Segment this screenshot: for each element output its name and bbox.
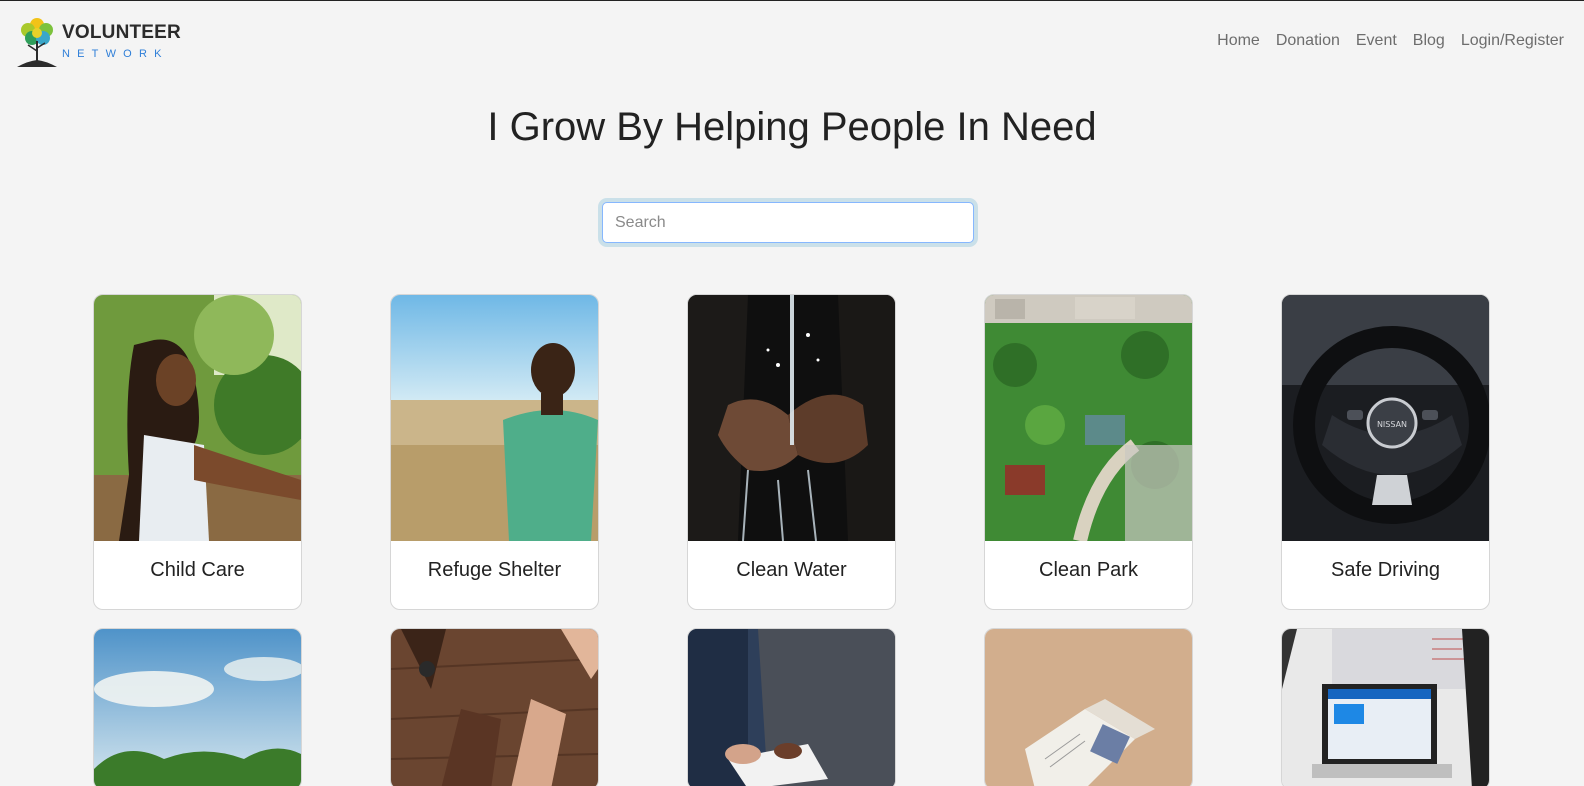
activity-card-8[interactable]	[687, 628, 896, 786]
logo-subtitle: NETWORK	[62, 48, 169, 60]
page-title: I Grow By Helping People In Need	[487, 105, 1097, 149]
activity-card-clean-park[interactable]: Clean Park	[984, 294, 1193, 610]
site-logo[interactable]: VOLUNTEER NETWORK	[14, 15, 181, 67]
nav-event[interactable]: Event	[1356, 31, 1397, 51]
svg-text:NISSAN: NISSAN	[1377, 420, 1407, 429]
card-image-open-book	[985, 629, 1192, 786]
search-input[interactable]	[602, 202, 974, 243]
card-image-person-with-notebook	[688, 629, 895, 786]
activity-card-safe-driving[interactable]: NISSAN Safe Driving	[1281, 294, 1490, 610]
activity-card-9[interactable]	[984, 628, 1193, 786]
card-label-child-care: Child Care	[150, 559, 245, 581]
activity-card-clean-water[interactable]: Clean Water	[687, 294, 896, 610]
card-image-laptop-code	[1282, 629, 1489, 786]
activity-card-child-care[interactable]: Child Care	[93, 294, 302, 610]
nav-login-register[interactable]: Login/Register	[1461, 31, 1564, 51]
card-image-clean-park	[985, 295, 1192, 541]
card-label-clean-water: Clean Water	[736, 559, 847, 581]
logo-title: VOLUNTEER	[62, 22, 181, 43]
card-image-refuge-shelter	[391, 295, 598, 541]
card-label-safe-driving: Safe Driving	[1331, 559, 1440, 581]
activity-card-refuge-shelter[interactable]: Refuge Shelter	[390, 294, 599, 610]
nav-blog[interactable]: Blog	[1413, 31, 1445, 51]
card-image-hands-on-table	[391, 629, 598, 786]
nav-home[interactable]: Home	[1217, 31, 1260, 51]
main-nav: Home Donation Event Blog Login/Register	[1201, 31, 1564, 51]
activity-card-6[interactable]	[93, 628, 302, 786]
activity-card-10[interactable]	[1281, 628, 1490, 786]
card-image-child-care	[94, 295, 301, 541]
site-header: VOLUNTEER NETWORK Home Donation Event Bl…	[0, 1, 1584, 79]
activity-card-7[interactable]	[390, 628, 599, 786]
card-image-sky-trees	[94, 629, 301, 786]
card-image-safe-driving: NISSAN	[1282, 295, 1489, 541]
nav-donation[interactable]: Donation	[1276, 31, 1340, 51]
card-label-refuge-shelter: Refuge Shelter	[427, 559, 562, 581]
tree-logo-icon	[17, 18, 57, 67]
card-label-clean-park: Clean Park	[1039, 559, 1138, 581]
card-image-clean-water	[688, 295, 895, 541]
